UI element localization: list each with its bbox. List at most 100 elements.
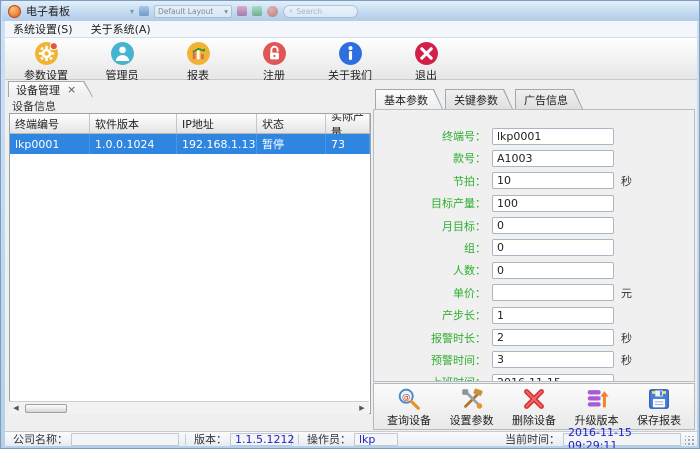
scroll-left-icon[interactable]: ◀ [9,402,23,414]
tab-device-management[interactable]: 设备管理 × [8,81,93,97]
app-window: 电子看板 ▾ Default Layout ▾ ⌕ Search 系统设置(S)… [0,0,700,449]
svg-text:@: @ [402,391,410,401]
version-label: 版本： [194,431,227,447]
field-input[interactable] [492,262,614,279]
main-content: 设备管理 × 设备信息 终端编号 软件版本 IP地址 状态 实际产量 lk [5,80,697,431]
version-value: 1.1.5.1212 [230,433,292,446]
operator-value: lkp [354,433,398,446]
col-terminal-id[interactable]: 终端编号 [10,114,90,134]
titlebar[interactable]: 电子看板 ▾ Default Layout ▾ ⌕ Search [2,1,699,21]
field-label: 人数： [374,262,492,278]
col-ip-address[interactable]: IP地址 [177,114,257,134]
col-status[interactable]: 状态 [257,114,326,134]
tab-label: 设备管理 [16,82,60,98]
current-time-value: 2016-11-15 09:29:11 [563,433,681,446]
save-report-icon [646,386,672,412]
field-input[interactable] [492,172,614,189]
titlebar-embedded-toolbar: ▾ Default Layout ▾ ⌕ Search [130,5,358,18]
field-input[interactable] [492,284,614,301]
layout-selector[interactable]: Default Layout ▾ [154,5,232,18]
query-device-button[interactable]: @ 查询设备 [380,386,438,428]
cell-actual-output: 73 [326,134,370,154]
menu-about-system[interactable]: 关于系统(A) [89,21,153,37]
admin-button[interactable]: 管理员 [91,40,153,83]
menu-system-settings[interactable]: 系统设置(S) [11,21,75,37]
window-title: 电子看板 [26,3,70,19]
unlock-icon [262,41,287,66]
scroll-right-icon[interactable]: ▶ [355,402,369,414]
params-panel: 基本参数 关键参数 广告信息 终端号： 款 [373,89,695,431]
field-input[interactable] [492,351,614,368]
operator-label: 操作员： [307,431,351,447]
form-row: 目标产量： [374,194,694,212]
cell-software-version: 1.0.0.1024 [90,134,177,154]
field-label: 目标产量： [374,195,492,211]
form-row: 上班时间： [374,373,694,382]
col-actual-output[interactable]: 实际产量 [326,114,370,134]
save-report-button[interactable]: 保存报表 [630,386,688,428]
search-placeholder: Search [296,7,322,16]
search-device-icon: @ [396,386,422,412]
field-label: 月目标： [374,218,492,234]
close-icon[interactable]: × [67,84,76,95]
field-input[interactable] [492,307,614,324]
upgrade-version-icon [584,386,610,412]
field-input[interactable] [492,195,614,212]
form-row: 人数： [374,261,694,279]
field-label: 款号： [374,150,492,166]
exit-button[interactable]: 退出 [395,40,457,83]
params-tabstrip: 基本参数 关键参数 广告信息 [373,89,695,109]
action-button-label: 删除设备 [512,412,556,428]
field-input[interactable] [492,150,614,167]
field-unit: 秒 [621,352,632,368]
param-settings-button[interactable]: 参数设置 [15,40,77,83]
field-unit: 秒 [621,330,632,346]
set-params-icon [459,386,485,412]
cell-ip-address: 192.168.1.131 [177,134,257,154]
tool-icon[interactable] [237,6,247,16]
resize-grip[interactable] [685,436,695,446]
chevron-down-icon: ▾ [224,7,228,16]
params-form: 终端号： 款号： 节拍： 秒 目标产量： [373,109,695,382]
device-info-panel: 设备信息 终端编号 软件版本 IP地址 状态 实际产量 lkp0001 1.0.… [8,97,372,428]
layout-selector-value: Default Layout [158,7,213,16]
register-button[interactable]: 注册 [243,40,305,83]
main-toolbar: 参数设置 管理员 报表 [5,38,697,80]
field-input[interactable] [492,374,614,382]
scrollbar-thumb[interactable] [25,404,67,413]
gear-icon [34,41,59,66]
client-area: 系统设置(S) 关于系统(A) [5,21,697,446]
cell-terminal-id: lkp0001 [10,134,90,154]
field-input[interactable] [492,329,614,346]
tab-ad-info[interactable]: 广告信息 [515,89,583,109]
field-label: 组： [374,240,492,256]
upgrade-version-button[interactable]: 升级版本 [568,386,626,428]
field-label: 单价： [374,285,492,301]
tool-icon[interactable] [252,6,262,16]
form-row: 预警时间： 秒 [374,351,694,369]
set-params-button[interactable]: 设置参数 [443,386,501,428]
info-icon [338,41,363,66]
device-table: 终端编号 软件版本 IP地址 状态 实际产量 lkp0001 1.0.0.102… [9,113,371,414]
tab-basic-params[interactable]: 基本参数 [375,89,443,109]
cell-status: 暂停 [257,134,326,154]
titlebar-search-input[interactable]: ⌕ Search [283,5,358,18]
table-row[interactable]: lkp0001 1.0.0.1024 192.168.1.131 暂停 73 [10,134,371,154]
table-header-row: 终端编号 软件版本 IP地址 状态 实际产量 [10,114,371,134]
about-us-button[interactable]: 关于我们 [319,40,381,83]
layout-icon[interactable] [139,6,149,16]
form-row: 组： [374,239,694,257]
field-unit: 秒 [621,173,632,189]
company-label: 公司名称： [13,431,68,447]
chevron-down-icon[interactable]: ▾ [130,7,134,16]
tab-key-params[interactable]: 关键参数 [445,89,513,109]
col-software-version[interactable]: 软件版本 [90,114,177,134]
form-row: 单价： 元 [374,284,694,302]
field-input[interactable] [492,239,614,256]
report-button[interactable]: 报表 [167,40,229,83]
horizontal-scrollbar[interactable]: ◀ ▶ [9,401,369,414]
record-icon[interactable] [267,6,278,17]
field-input[interactable] [492,217,614,234]
delete-device-button[interactable]: 删除设备 [505,386,563,428]
field-input[interactable] [492,128,614,145]
